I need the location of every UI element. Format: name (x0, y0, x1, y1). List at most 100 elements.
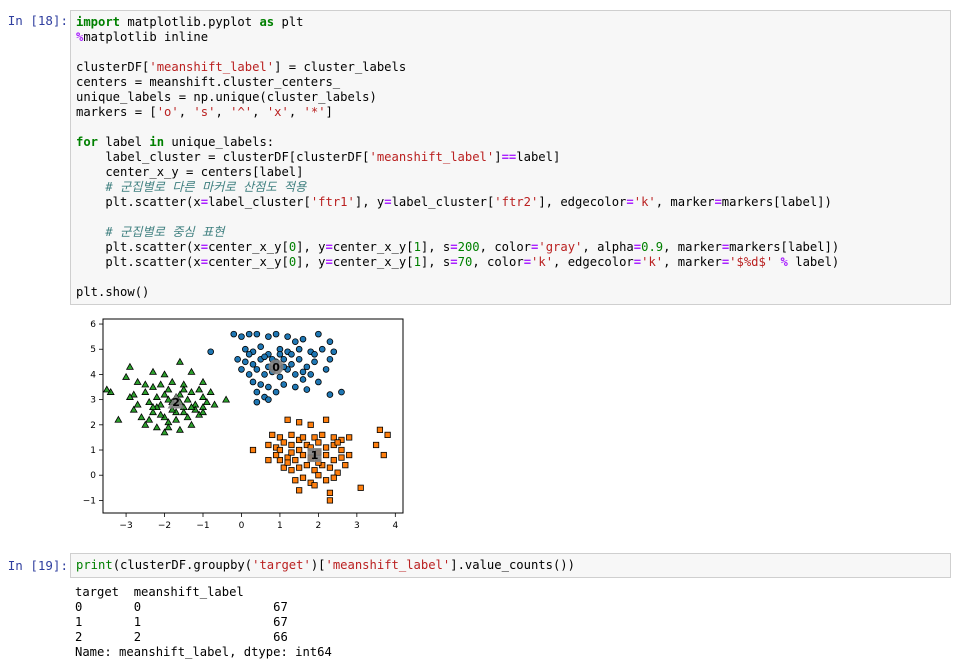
scatter-point (265, 456, 272, 464)
code-token: , marker (663, 240, 722, 254)
scatter-point (265, 383, 272, 391)
code-token: label_cluster[ (391, 195, 495, 209)
code-token: ] (325, 105, 333, 119)
scatter-point (326, 338, 334, 345)
code-line: clusterDF['meanshift_label'] = cluster_l… (76, 60, 950, 75)
scatter-point (249, 378, 257, 386)
scatter-point (384, 431, 391, 438)
code-token: , marker (655, 195, 715, 209)
code-token: = (325, 240, 333, 254)
code-token: plt.scatter(x (76, 195, 201, 209)
code-token: , alpha (582, 240, 634, 254)
scatter-point (299, 368, 307, 376)
scatter-point (257, 343, 264, 351)
scatter-point (303, 386, 311, 393)
code-token: = (200, 195, 209, 209)
scatter-point (296, 419, 303, 426)
code-token: = (633, 255, 642, 269)
scatter-point (299, 434, 307, 441)
code-token: = (523, 255, 532, 269)
scatter-point (288, 467, 295, 474)
scatter-point (299, 376, 307, 383)
scatter-point (303, 462, 310, 469)
x-tick-label: 1 (277, 521, 283, 530)
code-token: # 군집별로 중심 표현 (105, 225, 225, 239)
scatter-point (245, 371, 253, 378)
scatter-point (288, 441, 295, 449)
y-tick-label: 2 (90, 421, 96, 431)
code-token: label_cluster = clusterDF[clusterDF[ (76, 150, 370, 164)
code-token: print (76, 558, 113, 572)
scatter-point (330, 456, 337, 464)
code-editor[interactable]: print(clusterDF.groupby('target')['means… (70, 553, 951, 578)
cluster-center-label: 2 (172, 396, 180, 409)
x-tick-label: −3 (119, 521, 132, 530)
scatter-point (311, 358, 318, 366)
scatter-point (284, 459, 291, 466)
scatter-point (253, 398, 261, 406)
scatter-point (307, 371, 314, 378)
code-token: 'ftr2' (494, 195, 539, 209)
x-tick-label: −1 (196, 521, 209, 530)
code-token: , (288, 105, 304, 119)
code-token: , (215, 105, 231, 119)
cell-prompt: In [19]: (7, 558, 68, 573)
code-token: (clusterDF.groupby( (112, 558, 253, 572)
scatter-point (380, 451, 387, 459)
scatter-point (311, 434, 318, 441)
code-token: 'k' (633, 195, 656, 209)
code-token: = (200, 255, 209, 269)
code-line: markers = ['o', 's', '^', 'x', '*'] (76, 105, 950, 120)
scatter-point (288, 449, 295, 456)
code-token: plt.show() (76, 285, 150, 299)
code-token: )[ (310, 558, 326, 572)
scatter-point (319, 431, 326, 438)
plot-area (103, 319, 403, 513)
code-line: centers = meanshift.cluster_centers_ (76, 75, 950, 90)
scatter-point (249, 361, 257, 368)
scatter-point (280, 439, 287, 446)
code-token: = (633, 240, 642, 254)
code-token: center_x_y[ (208, 255, 289, 269)
scatter-point (330, 474, 337, 481)
code-line: # 군집별로 중심 표현 (76, 225, 950, 240)
output-line: target meanshift_label (75, 585, 244, 599)
code-token: center_x_y[ (208, 240, 289, 254)
code-token: ], y (296, 255, 326, 269)
y-tick-label: 6 (90, 320, 96, 330)
code-token: = (450, 240, 458, 254)
code-token: , marker (663, 255, 722, 269)
scatter-point (292, 338, 299, 345)
scatter-point (292, 371, 299, 378)
code-token: = (325, 255, 333, 269)
code-editor[interactable]: import matplotlib.pyplot as plt %matplotl… (70, 10, 951, 305)
code-token: markers = [ (76, 105, 157, 119)
scatter-point (207, 348, 214, 356)
code-line: plt.show() (76, 285, 950, 300)
code-line: # 군집별로 다른 마커로 산점도 적용 (76, 180, 950, 195)
scatter-point (330, 348, 338, 356)
scatter-point (315, 378, 322, 386)
scatter-point (288, 361, 295, 368)
code-token: , (178, 105, 194, 119)
scatter-point (338, 454, 345, 461)
scatter-point (295, 345, 303, 353)
x-tick-label: 0 (239, 521, 245, 530)
code-token: 1 (413, 240, 421, 254)
scatter-point (284, 454, 291, 461)
scatter-point (230, 330, 238, 338)
scatter-point (265, 396, 272, 403)
output-line: 0 0 67 (75, 600, 288, 614)
code-token: 200 (457, 240, 480, 254)
scatter-point (253, 366, 261, 373)
code-token: '$%d$' (729, 255, 774, 269)
scatter-point (276, 373, 284, 381)
scatter-point (280, 381, 288, 388)
code-token: unique_labels = np.unique(cluster_labels… (76, 90, 377, 104)
code-token: 's' (193, 105, 216, 119)
code-line: unique_labels = np.unique(cluster_labels… (76, 90, 950, 105)
code-token: , (252, 105, 267, 119)
